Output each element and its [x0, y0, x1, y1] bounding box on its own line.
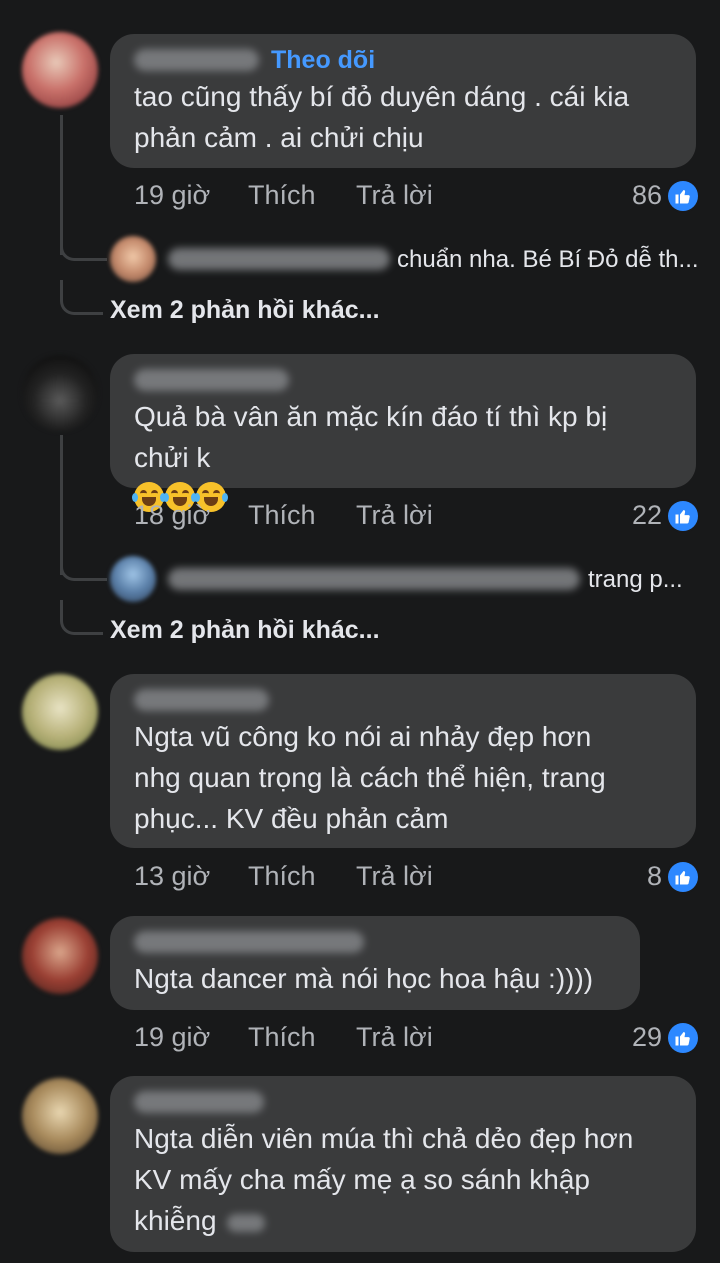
reply-button[interactable]: Trả lời — [356, 861, 433, 892]
author-name[interactable] — [134, 1091, 264, 1113]
reaction-count[interactable]: 86 — [632, 180, 698, 211]
comment-bubble[interactable]: Ngta vũ công ko nói ai nhảy đẹp hơn nhg … — [110, 674, 696, 848]
comment-text: tao cũng thấy bí đỏ duyên dáng . cái kia… — [134, 81, 630, 153]
avatar[interactable] — [110, 556, 156, 602]
author-name[interactable] — [134, 931, 364, 953]
avatar[interactable] — [22, 674, 98, 750]
avatar[interactable] — [22, 355, 98, 431]
reply-button[interactable]: Trả lời — [356, 1022, 433, 1053]
avatar[interactable] — [22, 1078, 98, 1154]
blurred-word — [226, 1214, 265, 1232]
view-more-replies[interactable]: Xem 2 phản hồi khác... — [110, 616, 380, 645]
like-button[interactable]: Thích — [248, 1022, 356, 1053]
comment-time[interactable]: 19 giờ — [134, 1022, 248, 1053]
view-more-replies[interactable]: Xem 2 phản hồi khác... — [110, 296, 380, 325]
reaction-count[interactable]: 29 — [632, 1022, 698, 1053]
avatar[interactable] — [22, 918, 98, 994]
reaction-count[interactable]: 22 — [632, 500, 698, 531]
like-button[interactable]: Thích — [248, 500, 356, 531]
thread-connector — [60, 280, 103, 315]
comment-bubble[interactable]: Ngta dancer mà nói học hoa hậu :)))) — [110, 916, 640, 1010]
thumbs-up-icon — [668, 180, 698, 211]
follow-button[interactable]: Theo dõi — [271, 46, 375, 75]
reply-preview[interactable]: chuẩn nha. Bé Bí Đỏ dễ th... — [397, 246, 699, 274]
author-name[interactable] — [134, 49, 259, 71]
like-button[interactable]: Thích — [248, 180, 356, 211]
thumbs-up-icon — [668, 1022, 698, 1053]
reply-button[interactable]: Trả lời — [356, 180, 433, 211]
author-name[interactable] — [134, 369, 289, 391]
comment-text: Ngta vũ công ko nói ai nhảy đẹp hơn nhg … — [134, 721, 606, 834]
thread-connector — [60, 225, 107, 261]
comment-bubble[interactable]: Ngta diễn viên múa thì chả dẻo đẹp hơn K… — [110, 1076, 696, 1252]
thumbs-up-icon — [668, 861, 698, 892]
reply-button[interactable]: Trả lời — [356, 500, 433, 531]
like-button[interactable]: Thích — [248, 861, 356, 892]
comment-time[interactable]: 19 giờ — [134, 180, 248, 211]
thread-connector — [60, 600, 103, 635]
reply-preview[interactable]: trang p... — [588, 566, 683, 594]
reaction-count[interactable]: 8 — [647, 861, 698, 892]
reply-author-name[interactable] — [168, 568, 580, 590]
comment-time[interactable]: 13 giờ — [134, 861, 248, 892]
comment-bubble[interactable]: Quả bà vân ăn mặc kín đáo tí thì kp bị c… — [110, 354, 696, 512]
thread-connector — [60, 545, 107, 581]
author-name[interactable] — [134, 689, 269, 711]
comment-text: Ngta diễn viên múa thì chả dẻo đẹp hơn K… — [134, 1123, 634, 1236]
avatar[interactable] — [22, 32, 98, 108]
reply-author-name[interactable] — [168, 248, 390, 270]
comment-bubble[interactable]: Theo dõi tao cũng thấy bí đỏ duyên dáng … — [110, 34, 696, 168]
avatar[interactable] — [110, 236, 156, 282]
thumbs-up-icon — [668, 500, 698, 531]
comment-text: Ngta dancer mà nói học hoa hậu :)))) — [134, 963, 594, 994]
comment-time[interactable]: 18 giờ — [134, 500, 248, 531]
